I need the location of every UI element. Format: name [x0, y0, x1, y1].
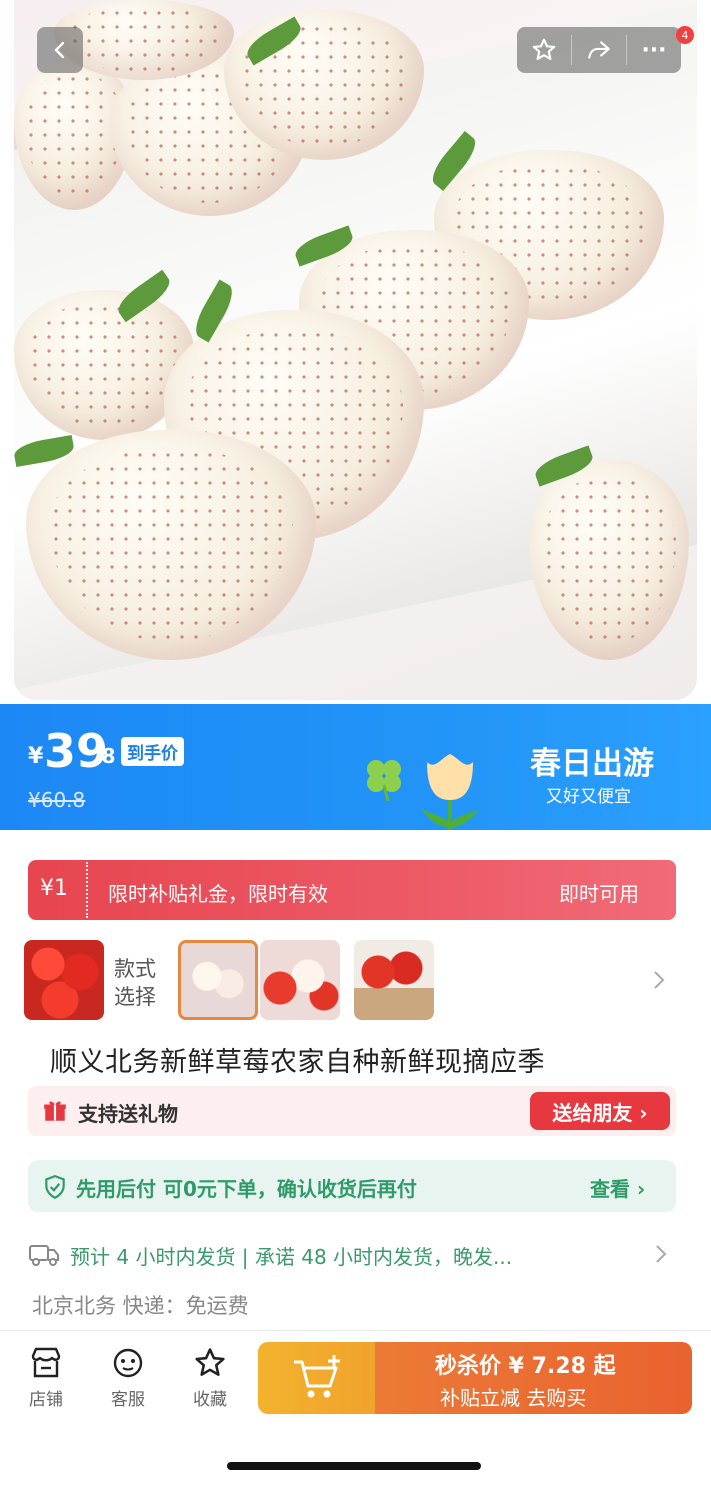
style-option-white[interactable] — [178, 940, 258, 1020]
shipping-location: 北京北务 快递：免运费 — [32, 1294, 249, 1318]
share-button[interactable] — [572, 37, 626, 63]
style-select-label: 款式 选择 — [114, 957, 156, 1009]
nav-favorite[interactable]: 收藏 — [180, 1346, 240, 1410]
notification-badge: 4 — [676, 26, 694, 44]
chevron-right-icon[interactable] — [652, 1242, 670, 1266]
product-title: 顺义北务新鲜草莓农家自种新鲜现摘应季 — [50, 1047, 545, 1078]
top-actions: ··· — [517, 27, 681, 73]
star-icon — [195, 1348, 225, 1376]
favorite-top-button[interactable] — [517, 37, 571, 63]
tulip-icon — [421, 754, 479, 830]
customer-service-icon — [113, 1348, 143, 1378]
chevron-left-icon — [54, 41, 65, 59]
chevron-right-icon[interactable] — [650, 968, 668, 992]
buy-subtitle: 补贴立减 去购买 — [440, 1386, 587, 1410]
coupon-text: 限时补贴礼金，限时有效 — [108, 882, 328, 906]
shipping-text[interactable]: 预计 4 小时内发货 | 承诺 48 小时内发货，晚发... — [70, 1241, 512, 1270]
gift-icon — [44, 1101, 66, 1121]
coupon-action[interactable]: 即时可用 — [559, 878, 639, 907]
divider — [0, 1330, 711, 1331]
promo-title: 春日出游 — [530, 746, 654, 782]
nav-shop-label: 店铺 — [29, 1390, 63, 1410]
star-icon — [532, 38, 556, 60]
original-price: ¥60.8 — [28, 788, 86, 812]
nav-favorite-label: 收藏 — [193, 1390, 227, 1410]
nav-service[interactable]: 客服 — [98, 1346, 158, 1410]
add-to-cart-icon[interactable] — [290, 1352, 346, 1404]
pay-later-text: 先用后付 可0元下单，确认收货后再付 — [76, 1177, 417, 1201]
clover-icon — [367, 760, 401, 802]
coupon-amount: ¥1 — [40, 876, 68, 901]
flash-sale-price: 秒杀价 ¥ 7.28 起 — [435, 1354, 616, 1379]
nav-shop[interactable]: 店铺 — [16, 1346, 76, 1410]
style-option-red[interactable] — [24, 940, 104, 1020]
coupon-divider — [86, 862, 88, 918]
style-option-basket[interactable] — [354, 940, 434, 1020]
final-price-tag: 到手价 — [121, 737, 184, 766]
nav-service-label: 客服 — [111, 1390, 145, 1410]
strawberry — [529, 460, 689, 660]
home-indicator — [227, 1462, 481, 1470]
send-to-friend-button[interactable]: 送给朋友 › — [530, 1092, 670, 1130]
shop-icon — [31, 1347, 61, 1378]
price-decimal: .8 — [94, 744, 116, 768]
product-image[interactable] — [14, 0, 697, 700]
promo-subtitle: 又好又便宜 — [546, 787, 631, 807]
shield-check-icon — [45, 1175, 65, 1200]
back-button[interactable] — [37, 27, 83, 73]
more-button[interactable]: ··· — [627, 38, 681, 63]
truck-icon — [29, 1245, 59, 1266]
pay-later-view-link[interactable]: 查看 › — [590, 1173, 645, 1202]
more-icon: ··· — [641, 37, 667, 63]
gift-text: 支持送礼物 — [78, 1102, 178, 1126]
style-option-mixed[interactable] — [260, 940, 340, 1020]
share-icon — [588, 41, 610, 59]
price-currency: ¥ — [28, 744, 44, 769]
